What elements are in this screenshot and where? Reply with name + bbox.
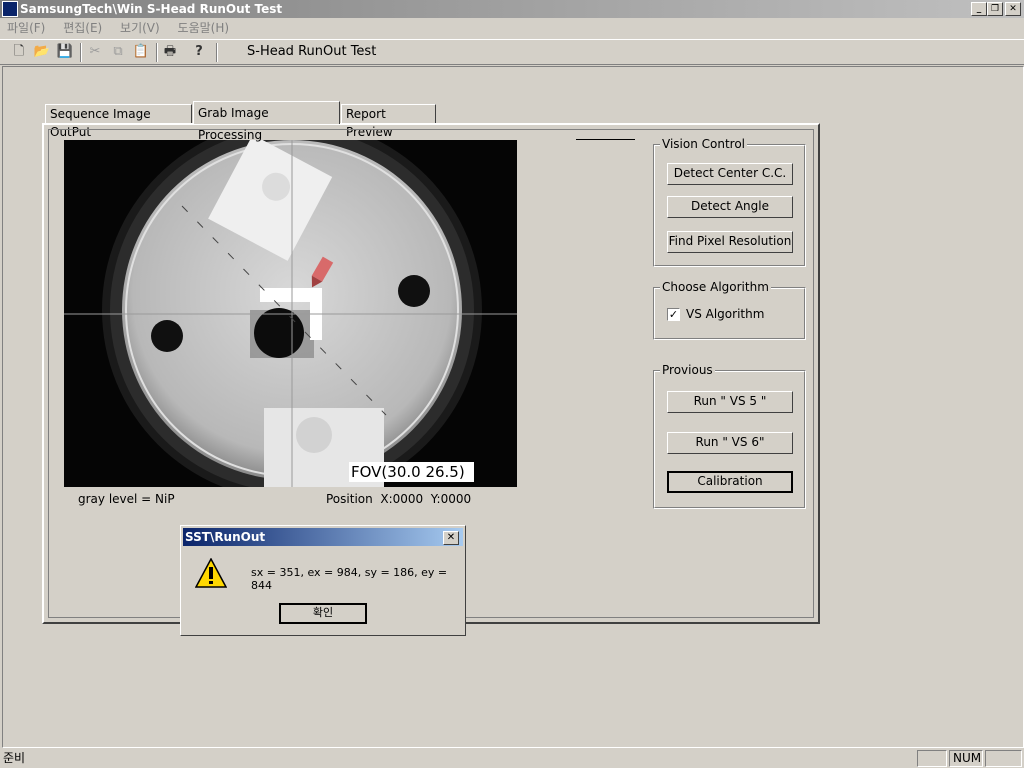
- vision-control-legend: Vision Control: [660, 136, 748, 152]
- detect-angle-button[interactable]: Detect Angle: [667, 196, 793, 218]
- choose-algorithm-legend: Choose Algorithm: [660, 279, 771, 295]
- provious-legend: Provious: [660, 362, 715, 378]
- divider-line: [576, 139, 635, 140]
- dialog-title: SST\RunOut: [185, 530, 266, 544]
- vs-algorithm-label: VS Algorithm: [686, 307, 765, 321]
- vs-algorithm-checkbox[interactable]: ✓: [667, 308, 680, 321]
- warning-icon: [195, 558, 227, 588]
- calibration-button[interactable]: Calibration: [667, 471, 793, 493]
- toolbar-separator: [80, 43, 82, 62]
- menu-file[interactable]: 파일(F): [0, 18, 52, 38]
- restore-button[interactable]: ❐: [987, 2, 1003, 16]
- print-icon[interactable]: 🖶: [161, 43, 179, 61]
- open-icon[interactable]: 📂: [33, 43, 51, 61]
- new-icon[interactable]: 🗋: [10, 43, 28, 61]
- app-icon: [2, 1, 18, 17]
- ok-button[interactable]: 확인: [279, 603, 367, 624]
- tab-report-preview[interactable]: Report Preview: [341, 104, 436, 139]
- window-title: SamsungTech\Win S-Head RunOut Test: [20, 2, 283, 16]
- status-pane-blank: [917, 750, 947, 767]
- paste-icon[interactable]: 📋: [132, 43, 150, 61]
- status-bar: 준비 NUM: [0, 748, 1024, 768]
- dialog-title-bar: SST\RunOut ✕: [183, 528, 463, 546]
- copy-icon[interactable]: ⧉: [109, 43, 127, 61]
- minimize-button[interactable]: _: [971, 2, 987, 16]
- camera-image: [64, 140, 517, 487]
- close-window-button[interactable]: ✕: [1005, 2, 1021, 16]
- toolbar: 🗋 📂 💾 ✂ ⧉ 📋 🖶 ? S-Head RunOut Test: [0, 39, 1024, 65]
- menu-edit[interactable]: 편집(E): [56, 18, 109, 38]
- dialog-message: sx = 351, ex = 984, sy = 186, ey = 844: [251, 566, 448, 592]
- detect-center-button[interactable]: Detect Center C.C.: [667, 163, 793, 185]
- tab-grab-image-processing[interactable]: Grab Image Processing: [193, 101, 340, 142]
- status-text: 준비: [3, 751, 26, 765]
- fov-overlay: FOV(30.0 26.5): [351, 463, 465, 481]
- tab-sequence-image-output[interactable]: Sequence Image OutPut: [45, 104, 192, 139]
- gray-level-label: gray level = NiP: [78, 492, 175, 506]
- run-vs5-button[interactable]: Run " VS 5 ": [667, 391, 793, 413]
- menu-help[interactable]: 도움말(H): [171, 18, 237, 38]
- toolbar-separator: [156, 43, 158, 62]
- position-label: Position X:0000 Y:0000: [326, 492, 472, 506]
- message-dialog: SST\RunOut ✕ sx = 351, ex = 984, sy = 18…: [180, 525, 466, 636]
- menu-view[interactable]: 보기(V): [113, 18, 167, 38]
- grab-image-view[interactable]: FOV(30.0 26.5): [64, 140, 517, 487]
- run-vs6-button[interactable]: Run " VS 6": [667, 432, 793, 454]
- close-icon[interactable]: ✕: [443, 531, 459, 545]
- toolbar-title: S-Head RunOut Test: [247, 44, 377, 59]
- save-icon[interactable]: 💾: [56, 43, 74, 61]
- find-pixel-resolution-button[interactable]: Find Pixel Resolution: [667, 231, 793, 253]
- menu-bar: 파일(F) 편집(E) 보기(V) 도움말(H): [0, 18, 1024, 38]
- toolbar-separator: [216, 43, 218, 62]
- status-pane-blank-2: [985, 750, 1022, 767]
- help-icon[interactable]: ?: [190, 43, 208, 61]
- cut-icon[interactable]: ✂: [86, 43, 104, 61]
- num-lock-indicator: NUM: [949, 750, 983, 767]
- title-bar: SamsungTech\Win S-Head RunOut Test _ ❐ ✕: [0, 0, 1024, 18]
